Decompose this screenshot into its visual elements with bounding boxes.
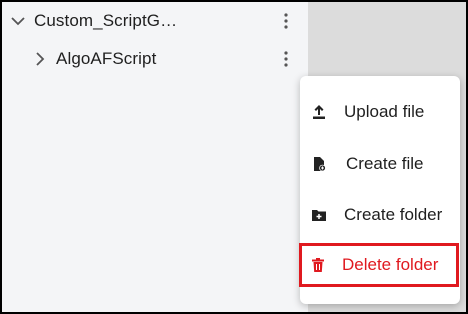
menu-item-label: Delete folder: [342, 255, 439, 274]
more-options-icon[interactable]: [278, 11, 294, 31]
tree-item-root-folder[interactable]: Custom_ScriptG…: [2, 2, 308, 40]
menu-item-upload-file[interactable]: Upload file: [300, 92, 460, 132]
file-tree: Custom_ScriptG… AlgoAFScript: [2, 2, 308, 78]
trash-icon: [309, 256, 327, 274]
tree-item-child-folder[interactable]: AlgoAFScript: [2, 40, 308, 78]
tree-item-label: Custom_ScriptG…: [34, 11, 178, 30]
menu-item-create-file[interactable]: Create file: [300, 144, 460, 184]
menu-item-label: Create folder: [344, 205, 443, 224]
chevron-down-icon[interactable]: [8, 11, 28, 31]
tree-item-label: AlgoAFScript: [56, 49, 157, 68]
chevron-right-icon[interactable]: [30, 49, 50, 69]
menu-item-delete-folder[interactable]: Delete folder: [299, 243, 459, 287]
upload-icon: [310, 103, 328, 121]
more-options-icon[interactable]: [278, 49, 294, 69]
menu-item-label: Create file: [346, 154, 424, 173]
app-window: Custom_ScriptG… AlgoAFScript Upload file…: [0, 0, 468, 314]
menu-item-label: Upload file: [344, 102, 425, 121]
context-menu: Upload file Create file Create folder De…: [299, 76, 460, 304]
menu-item-create-folder[interactable]: Create folder: [300, 195, 460, 235]
folder-add-icon: [310, 206, 328, 224]
file-add-icon: [310, 155, 328, 173]
